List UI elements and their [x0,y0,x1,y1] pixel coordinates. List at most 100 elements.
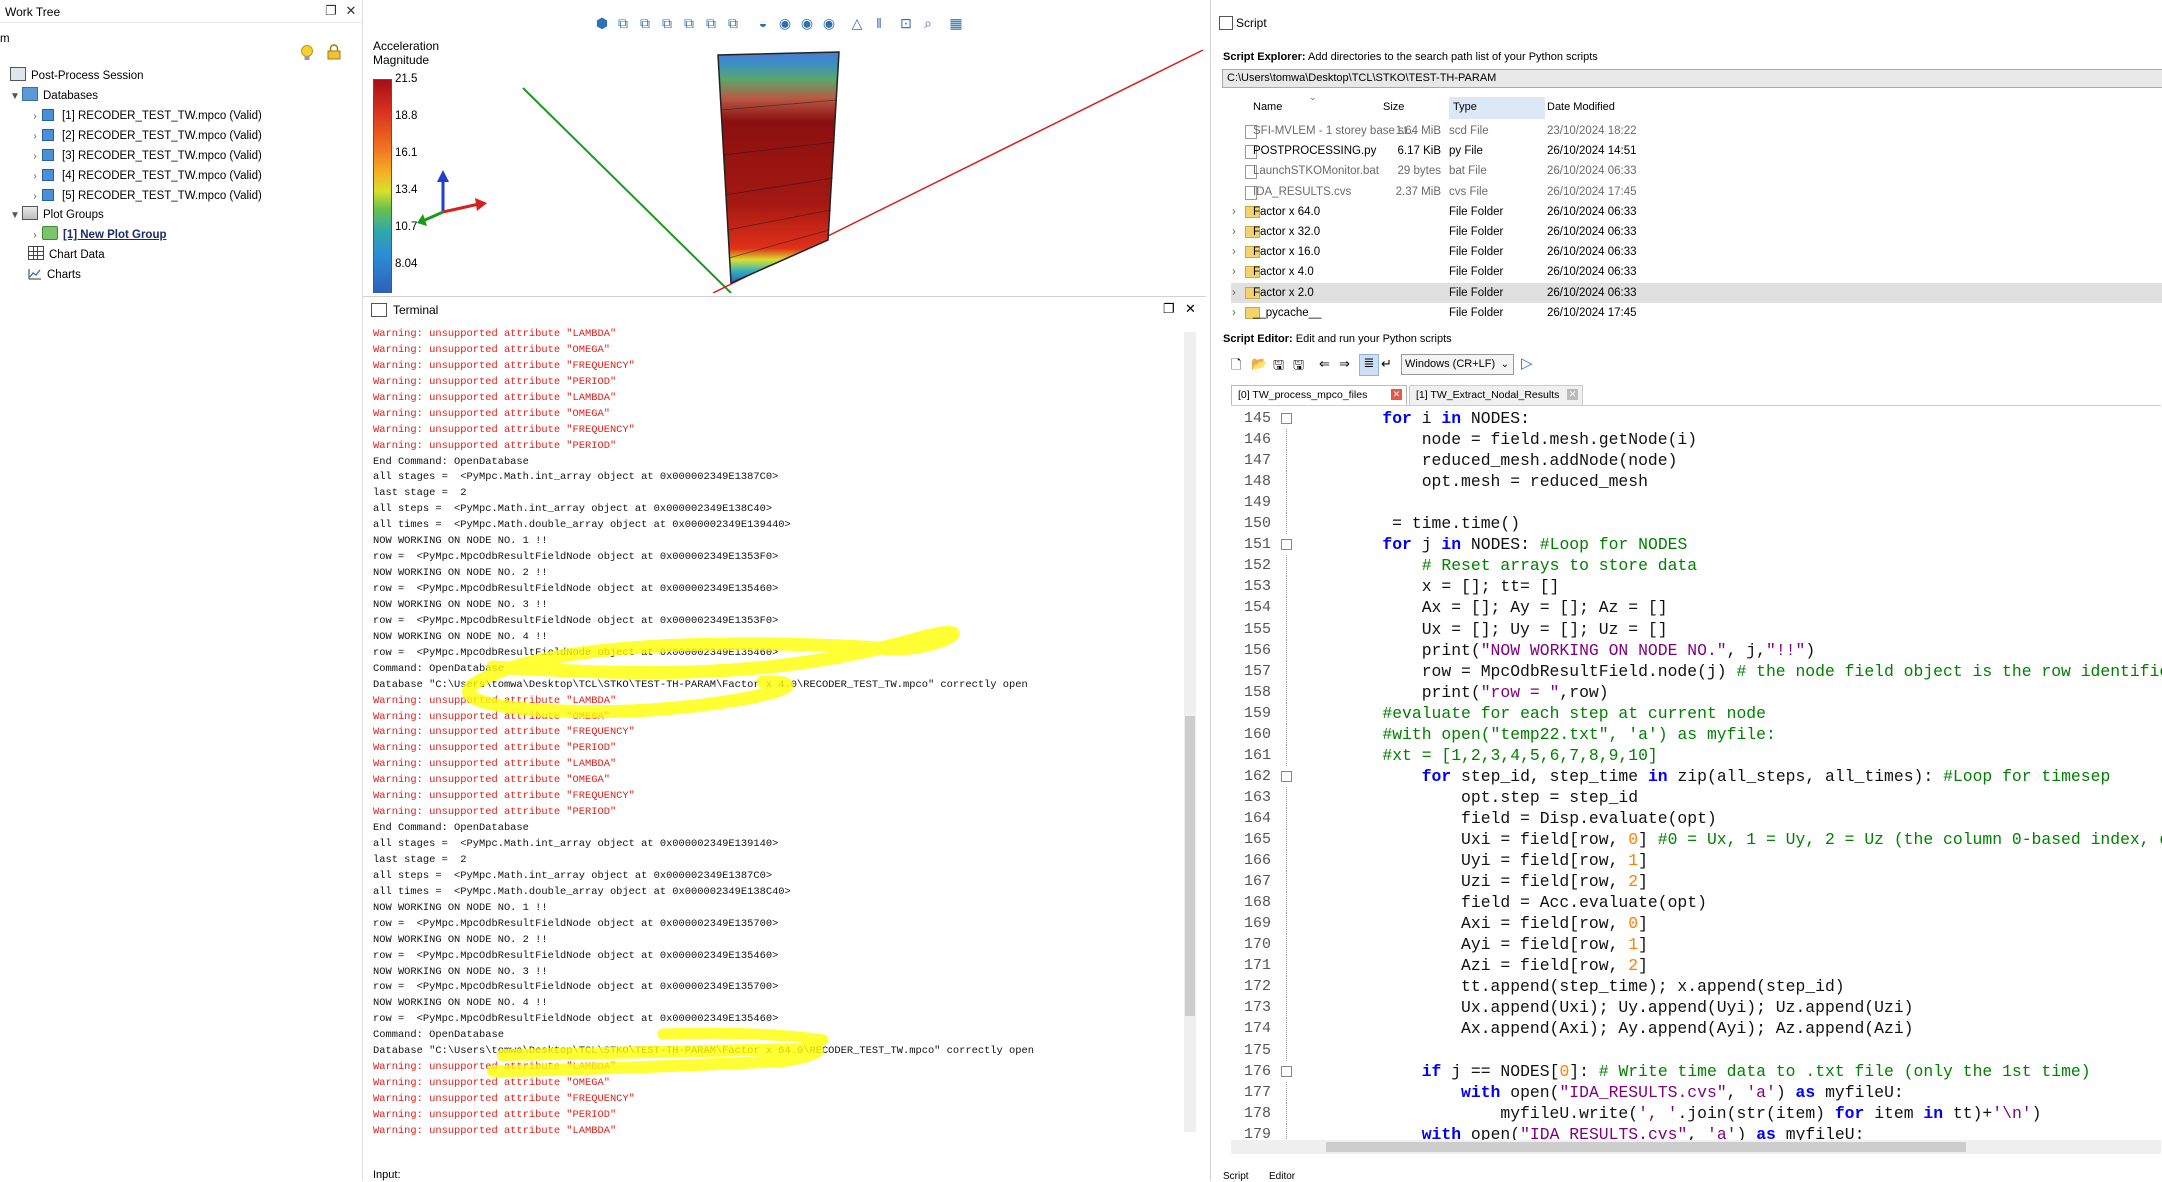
database-icon [42,109,54,121]
col-type[interactable]: Type [1453,101,1477,113]
tree-item-database[interactable]: › [3] RECODER_TEST_TW.mpco (Valid) [28,146,262,166]
tab-editor[interactable]: Editor [1269,1171,1295,1182]
chevron-down-icon[interactable]: ▼ [8,87,22,107]
code-line: 153 x = []; tt= [] [1231,576,2162,598]
chevron-right-icon[interactable]: › [1232,242,1236,262]
wrap-icon[interactable]: ↵ [1381,356,1392,372]
chevron-right-icon[interactable]: › [1232,262,1236,282]
arrow-right-icon[interactable]: ⇒ [1339,356,1350,372]
tree-item-database[interactable]: › [1] RECODER_TEST_TW.mpco (Valid) [28,106,262,126]
close-tab-icon[interactable]: ✕ [1391,389,1402,400]
tree-item-databases[interactable]: ▼ Databases [8,86,98,106]
terminal-scrollbar[interactable] [1184,332,1196,1132]
file-row[interactable]: › Factor x 2.0 File Folder 26/10/2024 06:33 [1231,282,2162,303]
run-icon[interactable]: ▷ [1521,354,1533,372]
file-row[interactable]: › Factor x 32.0 File Folder 26/10/2024 06:3… [1231,222,2162,242]
file-type: cvs File [1449,185,1488,198]
float-icon[interactable]: ❐ [324,4,338,18]
chevron-right-icon[interactable]: › [28,167,42,187]
col-date[interactable]: Date Modified [1547,101,1615,113]
tree-item-database[interactable]: › [5] RECODER_TEST_TW.mpco (Valid) [28,186,262,206]
code-text: Ayi = field[row, 1] [1343,935,1648,955]
file-type: File Folder [1449,266,1504,279]
fold-marker [1286,892,1287,914]
chevron-right-icon[interactable]: › [28,107,42,127]
terminal-output[interactable]: Warning: unsupported attribute "LAMBDA" W… [373,327,1185,1144]
open-file-icon[interactable]: 📂 [1251,356,1267,372]
terminal-line: row = <PyMpc.MpcOdbResultFieldNode objec… [373,949,779,962]
close-tab-icon[interactable]: ✕ [1567,389,1578,400]
fold-marker [1286,1039,1287,1061]
tree-item-database[interactable]: › [4] RECODER_TEST_TW.mpco (Valid) [28,166,262,186]
chevron-right-icon[interactable]: › [1232,303,1236,323]
fold-marker[interactable] [1281,770,1292,782]
tab-process-mpco[interactable]: [0] TW_process_mpco_files ✕ [1231,385,1407,405]
file-date: 26/10/2024 06:33 [1547,286,1637,299]
viewport-3d[interactable]: ⬢ ⧉ ⧉ ⧉ ⧉ ⧉ ⧉ ◒ ◉ ◉ ◉ △ ‖ ⊡ ⌕ ▦ Accelera… [363,0,1206,293]
line-number: 148 [1243,473,1271,491]
file-row[interactable]: › __pycache__ File Folder 26/10/2024 17:45 [1231,303,2162,323]
chevron-right-icon[interactable]: › [28,187,42,207]
editor-hscrollbar[interactable] [1231,1140,2161,1154]
scrollbar-thumb[interactable] [1326,1142,1966,1152]
code-line: 151 for j in NODES: #Loop for NODES [1231,534,2162,555]
tree-item-database[interactable]: › [2] RECODER_TEST_TW.mpco (Valid) [28,126,262,146]
terminal-line: Warning: unsupported attribute "PERIOD" [373,375,617,388]
float-icon[interactable]: ❐ [1163,301,1175,317]
fold-marker [1286,997,1287,1019]
file-row[interactable]: › Factor x 4.0 File Folder 26/10/2024 06:33 [1231,262,2162,282]
terminal-line: row = <PyMpc.MpcOdbResultFieldNode objec… [373,551,779,564]
lock-icon[interactable] [326,44,342,60]
close-icon[interactable]: ✕ [344,4,358,18]
terminal-line: Warning: unsupported attribute "LAMBDA" [373,391,617,404]
file-row[interactable]: IDA_RESULTS.cvs 2.37 MiB cvs File 26/10/202… [1231,182,2162,202]
tab-script[interactable]: Script [1223,1171,1249,1182]
line-ending-select[interactable]: Windows (CR+LF) ⌄ [1401,354,1514,375]
fold-marker [1286,429,1287,451]
fold-marker [1286,1102,1287,1124]
save-all-icon[interactable]: 🖫 [1293,356,1304,378]
arrow-left-icon[interactable]: ⇐ [1319,356,1330,372]
terminal-line: all steps = <PyMpc.Math.int_array object… [373,503,773,516]
fold-marker[interactable] [1281,413,1292,424]
chevron-right-icon[interactable]: › [28,226,42,246]
file-date: 26/10/2024 06:33 [1547,205,1637,218]
file-row[interactable]: LaunchSTKOMonitor.bat 29 bytes bat File 26/… [1231,161,2162,181]
code-text: with open("IDA_RESULTS.cvs", 'a') as myf… [1461,1082,1904,1102]
code-text: Uyi = field[row, 1] [1343,851,1648,871]
tab-extract-nodal[interactable]: [1] TW_Extract_Nodal_Results ✕ [1409,385,1583,405]
fold-marker[interactable] [1281,539,1292,551]
file-row[interactable]: SFI-MVLEM - 1 storey base st... 1.64 MiB s… [1231,121,2162,141]
path-field[interactable]: C:\Users\tomwa\Desktop\TCL\STKO\TEST-TH-… [1222,69,2162,88]
col-name[interactable]: Name [1253,101,1282,113]
col-size[interactable]: Size [1383,101,1404,113]
terminal-line: Warning: unsupported attribute "LAMBDA" [373,1061,617,1074]
save-icon[interactable]: 🖫 [1273,356,1284,378]
file-row[interactable]: POSTPROCESSING.py 6.17 KiB py File 26/10/20… [1231,141,2162,161]
tree-item-new-plot-group[interactable]: › [1] New Plot Group [28,225,167,245]
tree-item-session[interactable]: Post-Process Session [10,66,144,86]
fold-marker[interactable] [1281,1065,1292,1077]
chevron-down-icon[interactable]: ▼ [8,206,22,226]
tree-item-plot-groups[interactable]: ▼ Plot Groups [8,205,104,225]
code-text: field = Disp.evaluate(opt) [1343,808,1717,828]
code-editor[interactable]: 145 for i in NODES: 146 node = field.mesh… [1231,408,2162,1146]
chevron-right-icon[interactable]: › [1232,283,1236,303]
scrollbar-thumb[interactable] [1185,716,1195,1016]
chevron-right-icon[interactable]: › [28,147,42,167]
whitespace-toggle-icon[interactable]: ≣ [1359,354,1379,376]
chevron-right-icon[interactable]: › [1232,222,1236,242]
file-row[interactable]: › Factor x 16.0 File Folder 26/10/2024 06:3… [1231,242,2162,262]
file-date: 26/10/2024 17:45 [1547,306,1637,319]
new-file-icon[interactable]: 🗋 [1231,356,1241,378]
lightbulb-icon[interactable] [300,44,314,62]
close-icon[interactable]: ✕ [1185,301,1196,317]
chevron-right-icon[interactable]: › [28,127,42,147]
tree-item-charts[interactable]: Charts [28,265,81,285]
code-text: print("NOW WORKING ON NODE NO.", j,"!!") [1343,640,1816,660]
tree-item-chart-data[interactable]: Chart Data [28,245,105,265]
chevron-right-icon[interactable]: › [1232,202,1236,222]
file-name: Factor x 16.0 [1253,246,1321,259]
code-line: 152 # Reset arrays to store data [1231,555,2162,577]
file-row[interactable]: › Factor x 64.0 File Folder 26/10/2024 06:3… [1231,202,2162,222]
